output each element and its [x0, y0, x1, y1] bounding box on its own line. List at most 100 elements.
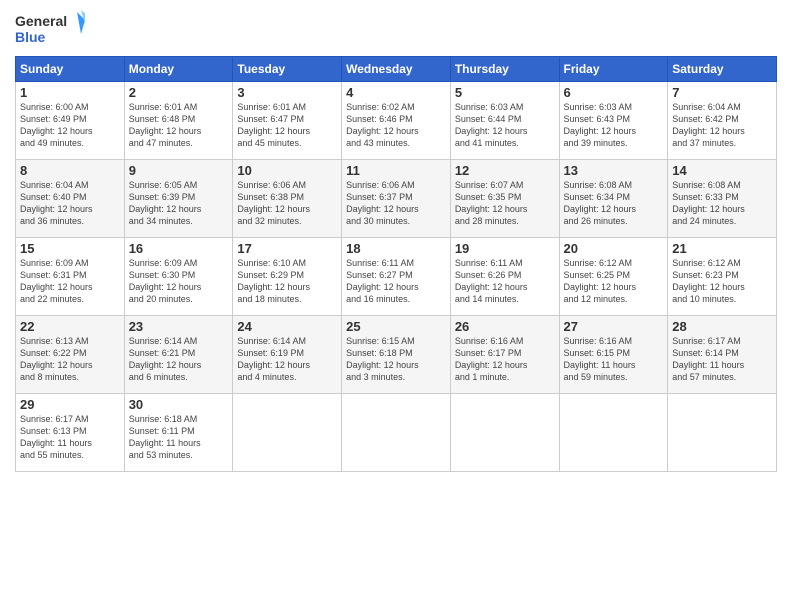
day-cell: 18Sunrise: 6:11 AM Sunset: 6:27 PM Dayli… — [342, 238, 451, 316]
header-wednesday: Wednesday — [342, 57, 451, 82]
day-number: 15 — [20, 241, 120, 256]
week-row-2: 8Sunrise: 6:04 AM Sunset: 6:40 PM Daylig… — [16, 160, 777, 238]
day-info: Sunrise: 6:12 AM Sunset: 6:23 PM Dayligh… — [672, 257, 772, 306]
day-info: Sunrise: 6:05 AM Sunset: 6:39 PM Dayligh… — [129, 179, 229, 228]
day-number: 30 — [129, 397, 229, 412]
day-cell — [233, 394, 342, 472]
day-info: Sunrise: 6:14 AM Sunset: 6:21 PM Dayligh… — [129, 335, 229, 384]
day-cell: 10Sunrise: 6:06 AM Sunset: 6:38 PM Dayli… — [233, 160, 342, 238]
day-number: 29 — [20, 397, 120, 412]
calendar-table: SundayMondayTuesdayWednesdayThursdayFrid… — [15, 56, 777, 472]
day-cell: 7Sunrise: 6:04 AM Sunset: 6:42 PM Daylig… — [668, 82, 777, 160]
day-number: 24 — [237, 319, 337, 334]
day-number: 25 — [346, 319, 446, 334]
day-number: 19 — [455, 241, 555, 256]
day-info: Sunrise: 6:12 AM Sunset: 6:25 PM Dayligh… — [564, 257, 664, 306]
day-info: Sunrise: 6:11 AM Sunset: 6:27 PM Dayligh… — [346, 257, 446, 306]
day-number: 20 — [564, 241, 664, 256]
day-cell: 16Sunrise: 6:09 AM Sunset: 6:30 PM Dayli… — [124, 238, 233, 316]
day-number: 10 — [237, 163, 337, 178]
day-cell: 19Sunrise: 6:11 AM Sunset: 6:26 PM Dayli… — [450, 238, 559, 316]
week-row-3: 15Sunrise: 6:09 AM Sunset: 6:31 PM Dayli… — [16, 238, 777, 316]
day-number: 9 — [129, 163, 229, 178]
logo: General Blue — [15, 10, 85, 48]
day-number: 14 — [672, 163, 772, 178]
day-info: Sunrise: 6:01 AM Sunset: 6:47 PM Dayligh… — [237, 101, 337, 150]
day-cell — [450, 394, 559, 472]
day-info: Sunrise: 6:17 AM Sunset: 6:14 PM Dayligh… — [672, 335, 772, 384]
day-cell: 6Sunrise: 6:03 AM Sunset: 6:43 PM Daylig… — [559, 82, 668, 160]
day-info: Sunrise: 6:07 AM Sunset: 6:35 PM Dayligh… — [455, 179, 555, 228]
day-cell: 20Sunrise: 6:12 AM Sunset: 6:25 PM Dayli… — [559, 238, 668, 316]
day-cell: 3Sunrise: 6:01 AM Sunset: 6:47 PM Daylig… — [233, 82, 342, 160]
header-friday: Friday — [559, 57, 668, 82]
day-cell: 27Sunrise: 6:16 AM Sunset: 6:15 PM Dayli… — [559, 316, 668, 394]
day-number: 12 — [455, 163, 555, 178]
day-info: Sunrise: 6:04 AM Sunset: 6:42 PM Dayligh… — [672, 101, 772, 150]
header: General Blue — [15, 10, 777, 48]
svg-text:General: General — [15, 13, 67, 29]
day-cell: 24Sunrise: 6:14 AM Sunset: 6:19 PM Dayli… — [233, 316, 342, 394]
day-number: 6 — [564, 85, 664, 100]
day-number: 5 — [455, 85, 555, 100]
day-cell: 9Sunrise: 6:05 AM Sunset: 6:39 PM Daylig… — [124, 160, 233, 238]
day-number: 23 — [129, 319, 229, 334]
day-number: 13 — [564, 163, 664, 178]
day-info: Sunrise: 6:09 AM Sunset: 6:31 PM Dayligh… — [20, 257, 120, 306]
day-info: Sunrise: 6:06 AM Sunset: 6:38 PM Dayligh… — [237, 179, 337, 228]
day-number: 4 — [346, 85, 446, 100]
day-info: Sunrise: 6:16 AM Sunset: 6:17 PM Dayligh… — [455, 335, 555, 384]
day-number: 26 — [455, 319, 555, 334]
day-info: Sunrise: 6:06 AM Sunset: 6:37 PM Dayligh… — [346, 179, 446, 228]
logo-svg: General Blue — [15, 10, 85, 48]
day-number: 27 — [564, 319, 664, 334]
day-cell: 29Sunrise: 6:17 AM Sunset: 6:13 PM Dayli… — [16, 394, 125, 472]
day-cell: 17Sunrise: 6:10 AM Sunset: 6:29 PM Dayli… — [233, 238, 342, 316]
day-info: Sunrise: 6:02 AM Sunset: 6:46 PM Dayligh… — [346, 101, 446, 150]
day-cell: 12Sunrise: 6:07 AM Sunset: 6:35 PM Dayli… — [450, 160, 559, 238]
day-cell: 1Sunrise: 6:00 AM Sunset: 6:49 PM Daylig… — [16, 82, 125, 160]
page: General Blue SundayMondayTuesdayWednesda… — [0, 0, 792, 612]
day-info: Sunrise: 6:15 AM Sunset: 6:18 PM Dayligh… — [346, 335, 446, 384]
header-monday: Monday — [124, 57, 233, 82]
week-row-1: 1Sunrise: 6:00 AM Sunset: 6:49 PM Daylig… — [16, 82, 777, 160]
day-info: Sunrise: 6:01 AM Sunset: 6:48 PM Dayligh… — [129, 101, 229, 150]
week-row-4: 22Sunrise: 6:13 AM Sunset: 6:22 PM Dayli… — [16, 316, 777, 394]
header-thursday: Thursday — [450, 57, 559, 82]
day-cell: 21Sunrise: 6:12 AM Sunset: 6:23 PM Dayli… — [668, 238, 777, 316]
day-cell: 2Sunrise: 6:01 AM Sunset: 6:48 PM Daylig… — [124, 82, 233, 160]
day-number: 11 — [346, 163, 446, 178]
header-sunday: Sunday — [16, 57, 125, 82]
day-cell: 8Sunrise: 6:04 AM Sunset: 6:40 PM Daylig… — [16, 160, 125, 238]
day-info: Sunrise: 6:03 AM Sunset: 6:44 PM Dayligh… — [455, 101, 555, 150]
day-cell: 23Sunrise: 6:14 AM Sunset: 6:21 PM Dayli… — [124, 316, 233, 394]
day-number: 22 — [20, 319, 120, 334]
day-number: 21 — [672, 241, 772, 256]
day-cell: 11Sunrise: 6:06 AM Sunset: 6:37 PM Dayli… — [342, 160, 451, 238]
day-cell: 15Sunrise: 6:09 AM Sunset: 6:31 PM Dayli… — [16, 238, 125, 316]
day-number: 3 — [237, 85, 337, 100]
day-info: Sunrise: 6:04 AM Sunset: 6:40 PM Dayligh… — [20, 179, 120, 228]
day-info: Sunrise: 6:08 AM Sunset: 6:34 PM Dayligh… — [564, 179, 664, 228]
day-number: 7 — [672, 85, 772, 100]
day-cell: 30Sunrise: 6:18 AM Sunset: 6:11 PM Dayli… — [124, 394, 233, 472]
day-info: Sunrise: 6:18 AM Sunset: 6:11 PM Dayligh… — [129, 413, 229, 462]
day-cell: 25Sunrise: 6:15 AM Sunset: 6:18 PM Dayli… — [342, 316, 451, 394]
svg-text:Blue: Blue — [15, 29, 46, 45]
day-number: 2 — [129, 85, 229, 100]
day-cell: 26Sunrise: 6:16 AM Sunset: 6:17 PM Dayli… — [450, 316, 559, 394]
header-tuesday: Tuesday — [233, 57, 342, 82]
day-info: Sunrise: 6:13 AM Sunset: 6:22 PM Dayligh… — [20, 335, 120, 384]
day-info: Sunrise: 6:11 AM Sunset: 6:26 PM Dayligh… — [455, 257, 555, 306]
day-info: Sunrise: 6:00 AM Sunset: 6:49 PM Dayligh… — [20, 101, 120, 150]
day-info: Sunrise: 6:03 AM Sunset: 6:43 PM Dayligh… — [564, 101, 664, 150]
day-cell: 28Sunrise: 6:17 AM Sunset: 6:14 PM Dayli… — [668, 316, 777, 394]
day-number: 8 — [20, 163, 120, 178]
day-number: 16 — [129, 241, 229, 256]
day-number: 28 — [672, 319, 772, 334]
day-cell: 5Sunrise: 6:03 AM Sunset: 6:44 PM Daylig… — [450, 82, 559, 160]
day-number: 1 — [20, 85, 120, 100]
day-cell: 13Sunrise: 6:08 AM Sunset: 6:34 PM Dayli… — [559, 160, 668, 238]
day-cell: 4Sunrise: 6:02 AM Sunset: 6:46 PM Daylig… — [342, 82, 451, 160]
day-cell — [342, 394, 451, 472]
